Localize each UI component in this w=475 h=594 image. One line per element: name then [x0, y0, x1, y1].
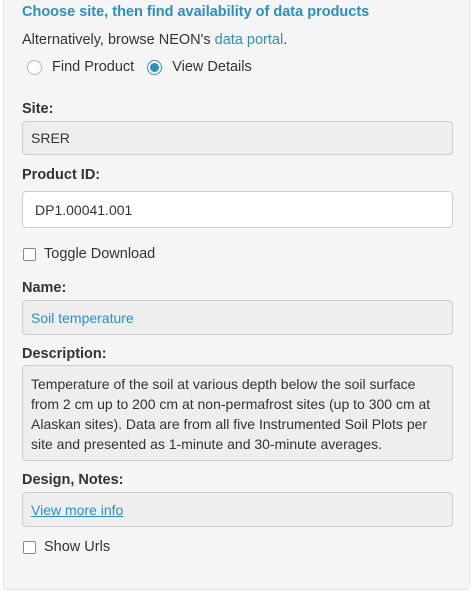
view-more-info-link[interactable]: View more info — [31, 502, 123, 518]
browse-text: Alternatively, browse NEON's data portal… — [22, 32, 287, 48]
toggle-download-row: Toggle Download — [23, 246, 155, 262]
name-value: Soil temperature — [31, 309, 134, 326]
product-id-value: DP1.00041.001 — [35, 201, 133, 218]
show-urls-label[interactable]: Show Urls — [44, 539, 110, 555]
find-product-radio[interactable] — [27, 59, 42, 75]
site-value: SRER — [31, 130, 70, 146]
design-notes-field: View more info — [22, 492, 453, 527]
name-label: Name: — [22, 280, 67, 296]
browse-prefix: Alternatively, browse NEON's — [22, 32, 215, 48]
site-label: Site: — [22, 101, 54, 117]
toggle-download-label[interactable]: Toggle Download — [44, 246, 155, 262]
view-details-radio[interactable] — [147, 59, 163, 75]
view-details-label[interactable]: View Details — [172, 59, 252, 75]
product-id-input[interactable]: DP1.00041.001 — [22, 191, 453, 228]
show-urls-row: Show Urls — [23, 539, 110, 555]
browse-suffix: . — [283, 32, 288, 48]
description-field: Temperature of the soil at various depth… — [22, 365, 453, 461]
description-label: Description: — [22, 346, 107, 362]
data-portal-link[interactable]: data portal — [215, 32, 284, 48]
toggle-download-checkbox[interactable] — [23, 247, 36, 261]
product-id-label: Product ID: — [22, 167, 101, 183]
find-product-label[interactable]: Find Product — [52, 59, 134, 75]
name-field: Soil temperature — [22, 300, 453, 335]
design-notes-label: Design, Notes: — [22, 472, 124, 488]
mode-radio-group: Find Product View Details — [27, 59, 265, 75]
show-urls-checkbox[interactable] — [23, 540, 36, 554]
panel-heading: Choose site, then find availability of d… — [22, 4, 370, 20]
site-field: SRER — [22, 121, 453, 155]
